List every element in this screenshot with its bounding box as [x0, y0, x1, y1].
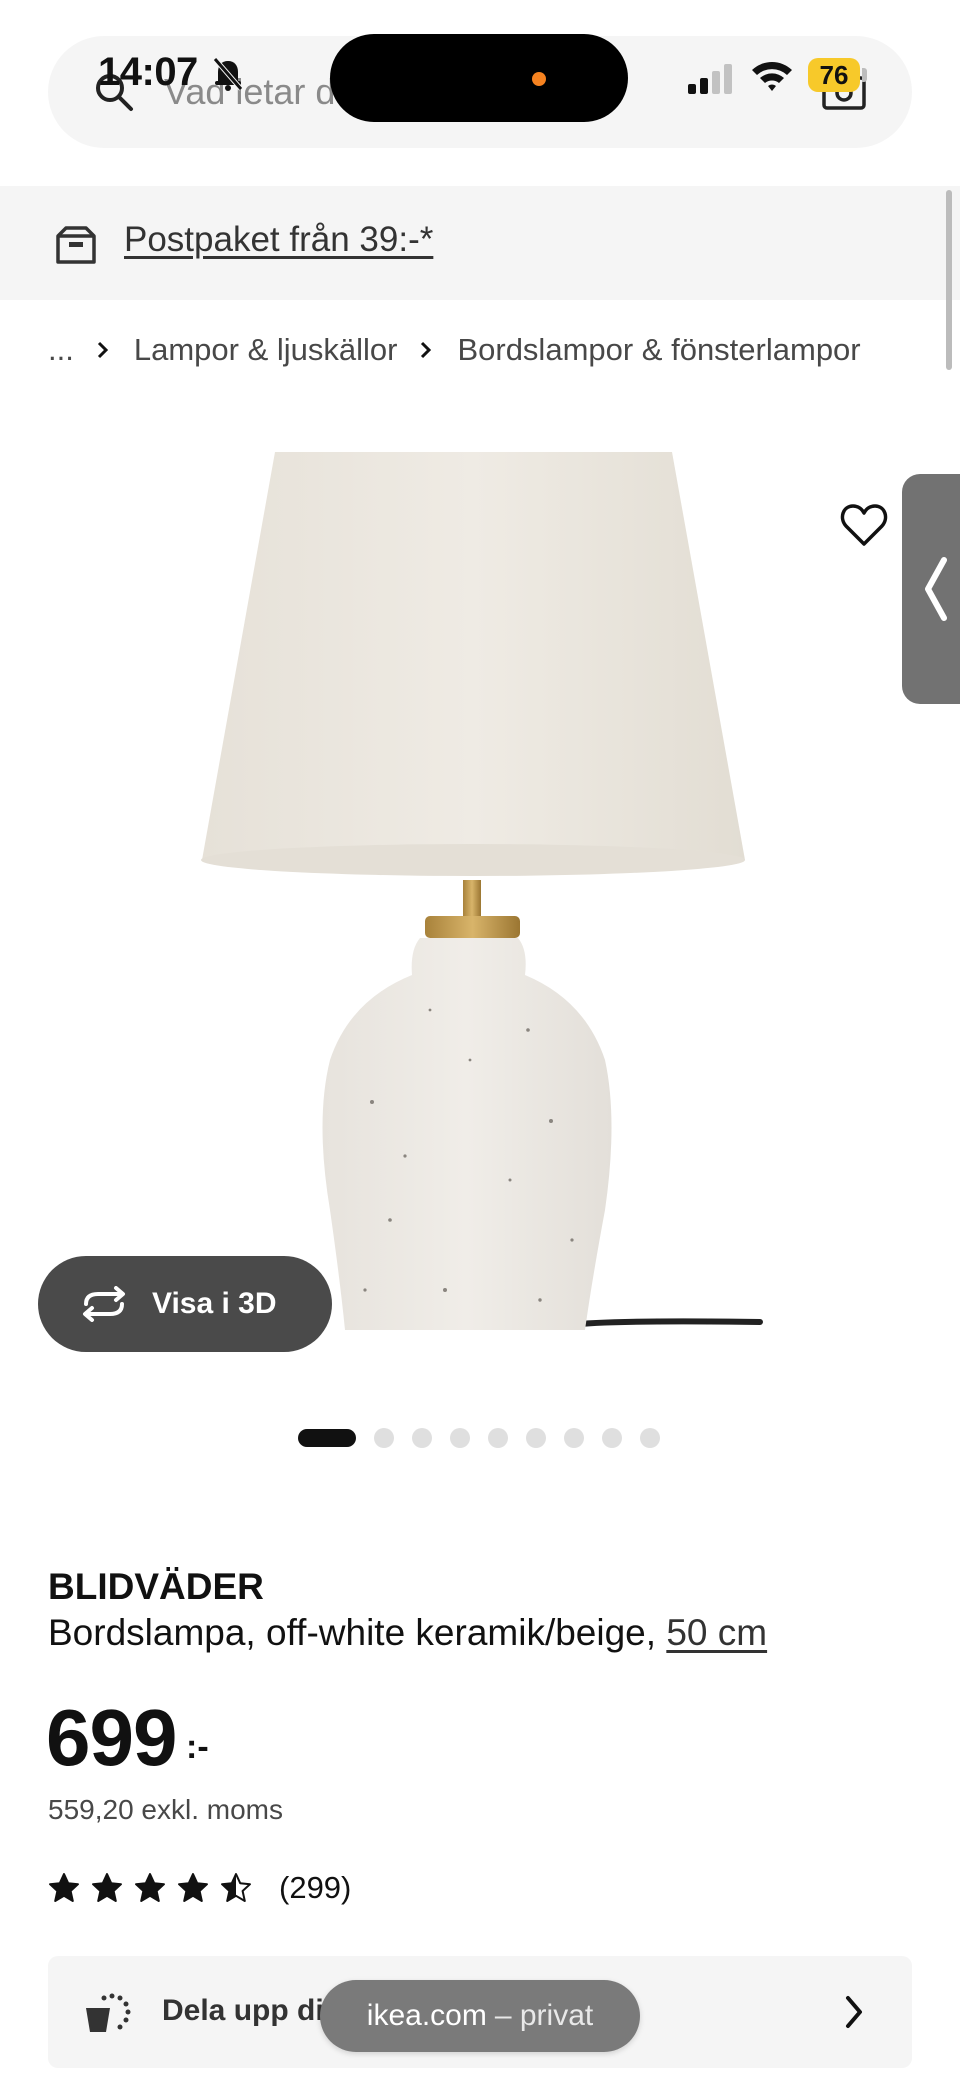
browser-domain: ikea.com	[366, 1999, 487, 2032]
heart-icon[interactable]	[840, 502, 888, 548]
browser-url-pill[interactable]: ikea.com – privat	[320, 1980, 640, 2052]
star-full-icon	[178, 1873, 208, 1902]
star-half-icon	[221, 1873, 251, 1902]
star-full-icon	[135, 1873, 165, 1902]
carousel-dot[interactable]	[640, 1428, 660, 1448]
shipping-banner[interactable]: Postpaket från 39:-*	[0, 186, 960, 300]
star-full-icon	[49, 1873, 79, 1902]
battery-tip	[862, 68, 867, 82]
signal-icon	[688, 64, 732, 94]
bell-off-icon	[213, 57, 243, 91]
product-name: BLIDVÄDER	[48, 1566, 264, 1607]
price: 699	[46, 1693, 177, 1782]
chevron-right-icon	[846, 1996, 862, 2028]
breadcrumb: ... Lampor & ljuskällor Bordslampor & fö…	[48, 330, 861, 370]
box-icon	[56, 226, 96, 264]
dynamic-island	[330, 34, 628, 122]
breadcrumb-table-lamps[interactable]: Bordslampor & fönsterlampor	[457, 332, 860, 368]
carousel-dot[interactable]	[450, 1428, 470, 1448]
recording-indicator	[532, 72, 546, 86]
chevron-right-icon	[97, 341, 108, 359]
breadcrumb-lamps[interactable]: Lampor & ljuskällor	[134, 332, 398, 368]
view-3d-button[interactable]: Visa i 3D	[38, 1256, 332, 1352]
battery-level: 76	[808, 58, 860, 92]
product-image[interactable]	[0, 420, 960, 1380]
product-description-text: Bordslampa, off-white keramik/beige,	[48, 1612, 667, 1653]
price-excl-vat: 559,20 exkl. moms	[48, 1794, 283, 1825]
carousel-dot[interactable]	[488, 1428, 508, 1448]
view-3d-label: Visa i 3D	[152, 1287, 277, 1320]
chevron-left-icon	[925, 557, 947, 621]
wifi-icon	[752, 62, 792, 91]
carousel-dot[interactable]	[374, 1428, 394, 1448]
side-panel-tab[interactable]	[902, 474, 960, 704]
carousel-dots	[298, 1428, 678, 1448]
rating-stars	[48, 1872, 263, 1904]
size-link[interactable]: 50 cm	[666, 1612, 767, 1653]
carousel-dot[interactable]	[526, 1428, 546, 1448]
browser-mode: – privat	[494, 1999, 594, 2032]
status-time: 14:07	[98, 50, 198, 94]
carousel-dot[interactable]	[412, 1428, 432, 1448]
chevron-right-icon	[421, 341, 432, 359]
table-lamp-image	[201, 452, 763, 1330]
carousel-dot[interactable]	[602, 1428, 622, 1448]
shipping-link[interactable]: Postpaket från 39:-*	[124, 220, 433, 260]
product-description: Bordslampa, off-white keramik/beige, 50 …	[48, 1612, 767, 1654]
rating-count: (299)	[279, 1870, 352, 1905]
scrollbar[interactable]	[946, 190, 952, 370]
carousel-dot[interactable]	[564, 1428, 584, 1448]
price-suffix: :-	[186, 1728, 209, 1766]
breadcrumb-ellipsis[interactable]: ...	[48, 332, 74, 368]
star-full-icon	[92, 1873, 122, 1902]
carousel-dot-active[interactable]	[298, 1429, 356, 1447]
rotate-3d-icon	[83, 1286, 125, 1322]
installment-icon	[86, 1993, 131, 2032]
rating[interactable]: (299)	[48, 1868, 351, 1908]
